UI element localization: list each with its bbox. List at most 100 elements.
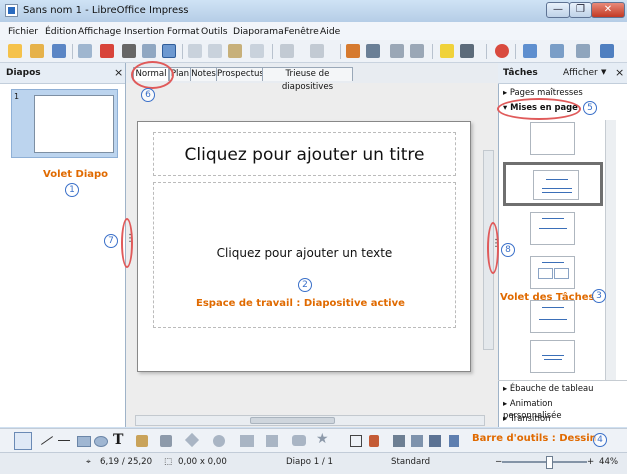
- layout-title-only[interactable]: [530, 212, 575, 245]
- chevron-down-icon[interactable]: ▼: [601, 68, 606, 76]
- new-icon[interactable]: [8, 44, 22, 58]
- marker-7: 7: [104, 234, 118, 248]
- extrusion-icon[interactable]: [429, 435, 441, 447]
- marker-3: 3: [592, 289, 606, 303]
- flowchart-icon[interactable]: [266, 435, 278, 447]
- fontwork-icon[interactable]: [411, 435, 423, 447]
- print-icon[interactable]: [122, 44, 136, 58]
- text-placeholder-text: Cliquez pour ajouter un texte: [216, 246, 393, 260]
- menu-insertion[interactable]: Insertion: [124, 26, 164, 37]
- close-button[interactable]: ✕: [591, 2, 625, 18]
- annotation-barre-dessin: Barre d'outils : Dessin: [472, 433, 597, 444]
- menu-outils[interactable]: Outils: [201, 26, 228, 37]
- title-placeholder[interactable]: Cliquez pour ajouter un titre: [153, 132, 456, 176]
- edit-file-icon[interactable]: [78, 44, 92, 58]
- app-icon: [5, 4, 18, 17]
- curve-icon[interactable]: [136, 435, 148, 447]
- section-ebauche-tableau[interactable]: ▸ Ébauche de tableau: [503, 382, 603, 395]
- zoom-icon[interactable]: [460, 44, 474, 58]
- close-icon[interactable]: ×: [114, 66, 123, 79]
- connector-icon[interactable]: [160, 435, 172, 447]
- annotation-volet-taches: Volet des Tâches: [500, 292, 595, 303]
- menu-fenetre[interactable]: Fenêtre: [284, 26, 319, 37]
- arrow-line-icon[interactable]: [58, 440, 70, 441]
- select-icon[interactable]: [14, 432, 32, 450]
- text-icon[interactable]: T: [113, 432, 123, 448]
- chevron-right-icon: ▸: [503, 398, 510, 408]
- zoom-slider[interactable]: [502, 461, 587, 463]
- tab-notes[interactable]: Notes: [190, 67, 217, 81]
- basic-shapes-icon[interactable]: [184, 432, 200, 448]
- view-menu[interactable]: Afficher: [563, 68, 598, 78]
- image-icon[interactable]: [393, 435, 405, 447]
- window-title: Sans nom 1 - LibreOffice Impress: [23, 5, 189, 16]
- layout-centered-text[interactable]: [530, 340, 575, 373]
- open-icon[interactable]: [30, 44, 44, 58]
- slide-thumbnail[interactable]: [34, 95, 114, 153]
- navigator-icon[interactable]: [440, 44, 454, 58]
- layout-blank[interactable]: [530, 122, 575, 155]
- tasks-pane-title: Tâches: [503, 68, 538, 78]
- minimize-button[interactable]: —: [546, 2, 570, 18]
- table-icon[interactable]: [366, 44, 380, 58]
- active-slide[interactable]: Cliquez pour ajouter un titre Cliquez po…: [137, 121, 471, 372]
- zoom-in-icon[interactable]: +: [587, 457, 594, 467]
- autospell-icon[interactable]: [162, 44, 176, 58]
- zoom-slider-handle[interactable]: [546, 456, 553, 469]
- ellipse-icon[interactable]: [94, 436, 108, 447]
- tab-trieuse[interactable]: Trieuse de diapositives: [262, 67, 353, 92]
- glue-icon[interactable]: [369, 435, 379, 447]
- stars-icon[interactable]: ★: [316, 431, 329, 447]
- menu-diaporama[interactable]: Diaporama: [233, 26, 284, 37]
- callouts-icon[interactable]: [292, 435, 306, 446]
- layout-four-boxes[interactable]: [530, 256, 575, 289]
- symbol-shapes-icon[interactable]: [213, 435, 225, 447]
- splitter-handle-right[interactable]: ⋮: [491, 238, 501, 249]
- chevron-right-icon: ▸: [503, 413, 510, 423]
- section-animation[interactable]: ▸ Animation personnalisée: [503, 397, 603, 420]
- spellcheck-icon[interactable]: [142, 44, 156, 58]
- slide-thumbnail-selection[interactable]: 1: [11, 89, 118, 158]
- redo-icon[interactable]: [310, 44, 324, 58]
- menu-edition[interactable]: Édition: [45, 26, 77, 37]
- annotation-volet-diapo: Volet Diapo: [43, 169, 109, 180]
- layout-selected-frame[interactable]: [503, 162, 603, 206]
- rectangle-icon[interactable]: [77, 436, 91, 447]
- zoom-out-icon[interactable]: −: [495, 457, 502, 467]
- presentation-icon[interactable]: [523, 44, 537, 58]
- layout-title-content[interactable]: [530, 300, 575, 333]
- maximize-button[interactable]: ❐: [569, 2, 592, 18]
- help-icon[interactable]: [495, 44, 509, 58]
- menu-affichage[interactable]: Affichage: [78, 26, 121, 37]
- undo-icon[interactable]: [280, 44, 294, 58]
- clone-format-icon[interactable]: [250, 44, 264, 58]
- cut-icon[interactable]: [188, 44, 202, 58]
- chart-icon[interactable]: [346, 44, 360, 58]
- paste-icon[interactable]: [228, 44, 242, 58]
- standard-toolbar: [0, 40, 627, 63]
- slide-icon[interactable]: [550, 44, 564, 58]
- copy-icon[interactable]: [208, 44, 222, 58]
- export-pdf-icon[interactable]: [100, 44, 114, 58]
- points-icon[interactable]: [350, 435, 362, 447]
- save-icon[interactable]: [52, 44, 66, 58]
- size-icon: ⬚: [164, 457, 173, 467]
- splitter-handle-left[interactable]: ⋮: [125, 233, 135, 244]
- menu-fichier[interactable]: Fichier: [8, 26, 38, 37]
- section-transition[interactable]: ▸ Transition: [503, 412, 603, 425]
- display-grid-icon[interactable]: [390, 44, 404, 58]
- marker-2: 2: [298, 278, 312, 292]
- line-icon[interactable]: [40, 436, 54, 445]
- block-arrows-icon[interactable]: [240, 435, 254, 447]
- slide-design-icon[interactable]: [576, 44, 590, 58]
- close-icon[interactable]: ×: [615, 66, 624, 79]
- more-icon[interactable]: [449, 435, 459, 447]
- horizontal-scroll-thumb[interactable]: [250, 417, 335, 424]
- slideshow-icon[interactable]: [600, 44, 614, 58]
- helplines-icon[interactable]: [410, 44, 424, 58]
- menu-aide[interactable]: Aide: [320, 26, 340, 37]
- menu-format[interactable]: Format: [167, 26, 199, 37]
- section-pages-maitresses[interactable]: ▸ Pages maîtresses: [503, 86, 603, 99]
- tasks-scrollbar[interactable]: [605, 120, 616, 380]
- tab-prospectus[interactable]: Prospectus: [216, 67, 264, 81]
